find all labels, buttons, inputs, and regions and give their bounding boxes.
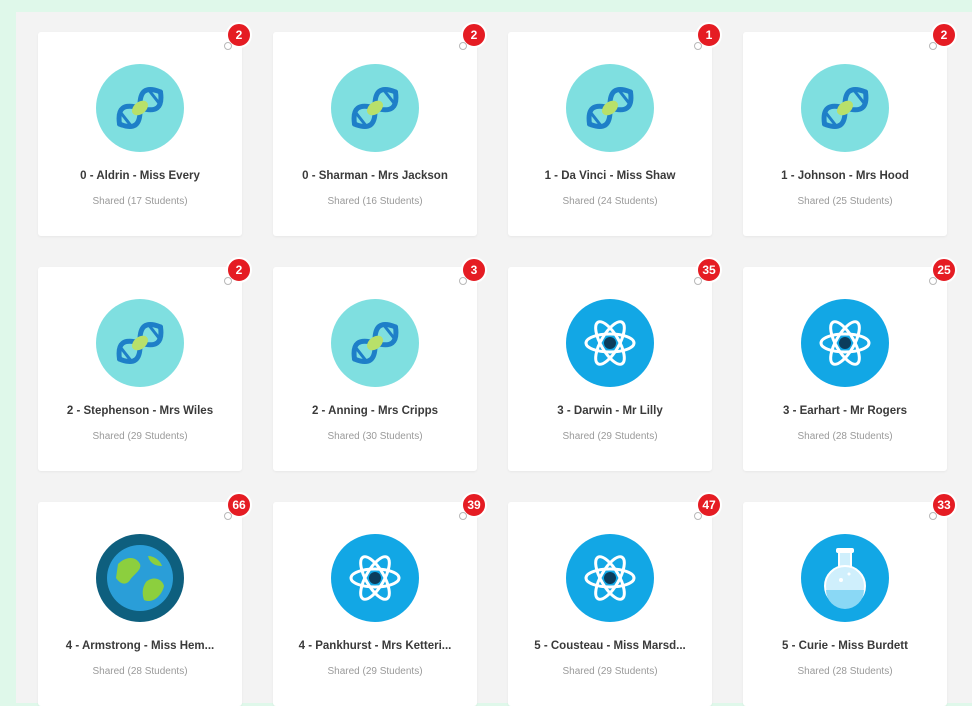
options-radio-icon[interactable] <box>224 42 232 50</box>
options-radio-icon[interactable] <box>459 277 467 285</box>
options-radio-icon[interactable] <box>929 42 937 50</box>
class-card-2[interactable]: 1 1 - Da Vinci - Miss Shaw Shared (24 St… <box>508 22 722 236</box>
class-icon <box>566 299 654 387</box>
atom-icon <box>349 555 401 601</box>
class-icon <box>566 534 654 622</box>
options-radio-icon[interactable] <box>459 42 467 50</box>
class-title: 4 - Pankhurst - Mrs Ketteri... <box>298 640 452 652</box>
class-card-0[interactable]: 2 0 - Aldrin - Miss Every Shared (17 Stu… <box>38 22 252 236</box>
class-icon <box>801 534 889 622</box>
class-card-3[interactable]: 2 1 - Johnson - Mrs Hood Shared (25 Stud… <box>743 22 957 236</box>
class-card-10[interactable]: 47 5 - Cousteau - Miss Marsd... Shared (… <box>508 492 722 706</box>
options-radio-icon[interactable] <box>459 512 467 520</box>
atom-icon <box>584 555 636 601</box>
flask-icon <box>824 548 866 609</box>
class-card-7[interactable]: 25 3 - Earhart - Mr Rogers Shared (28 St… <box>743 257 957 471</box>
class-shared-count: Shared (17 Students) <box>92 196 188 207</box>
class-shared-count: Shared (29 Students) <box>92 431 188 442</box>
class-shared-count: Shared (28 Students) <box>92 666 188 677</box>
class-grid: 2 0 - Aldrin - Miss Every Shared (17 Stu… <box>38 22 957 706</box>
class-icon <box>331 64 419 152</box>
class-card-4[interactable]: 2 2 - Stephenson - Mrs Wiles Shared (29 … <box>38 257 252 471</box>
class-icon <box>801 299 889 387</box>
class-title: 3 - Earhart - Mr Rogers <box>783 405 907 417</box>
options-radio-icon[interactable] <box>224 277 232 285</box>
class-shared-count: Shared (29 Students) <box>562 666 658 677</box>
options-radio-icon[interactable] <box>929 277 937 285</box>
dna-icon <box>821 87 869 129</box>
class-shared-count: Shared (28 Students) <box>797 431 893 442</box>
class-title: 4 - Armstrong - Miss Hem... <box>65 640 215 652</box>
class-title: 1 - Da Vinci - Miss Shaw <box>544 170 676 182</box>
class-title: 1 - Johnson - Mrs Hood <box>781 170 909 182</box>
class-shared-count: Shared (29 Students) <box>562 431 658 442</box>
class-title: 0 - Aldrin - Miss Every <box>80 170 200 182</box>
class-shared-count: Shared (24 Students) <box>562 196 658 207</box>
dna-icon <box>116 322 164 364</box>
atom-icon <box>584 320 636 366</box>
class-icon <box>96 299 184 387</box>
atom-icon <box>819 320 871 366</box>
class-card-5[interactable]: 3 2 - Anning - Mrs Cripps Shared (30 Stu… <box>273 257 487 471</box>
class-shared-count: Shared (29 Students) <box>327 666 423 677</box>
class-title: 5 - Curie - Miss Burdett <box>782 640 908 652</box>
class-card-9[interactable]: 39 4 - Pankhurst - Mrs Ketteri... Shared… <box>273 492 487 706</box>
class-grid-panel: 2 0 - Aldrin - Miss Every Shared (17 Stu… <box>16 12 972 706</box>
options-radio-icon[interactable] <box>694 42 702 50</box>
options-radio-icon[interactable] <box>694 277 702 285</box>
class-icon <box>96 64 184 152</box>
class-icon <box>331 299 419 387</box>
class-icon <box>96 534 184 622</box>
options-radio-icon[interactable] <box>929 512 937 520</box>
class-shared-count: Shared (30 Students) <box>327 431 423 442</box>
class-shared-count: Shared (28 Students) <box>797 666 893 677</box>
class-card-6[interactable]: 35 3 - Darwin - Mr Lilly Shared (29 Stud… <box>508 257 722 471</box>
class-title: 2 - Stephenson - Mrs Wiles <box>66 405 214 417</box>
class-title: 5 - Cousteau - Miss Marsd... <box>534 640 686 652</box>
dna-icon <box>351 322 399 364</box>
options-radio-icon[interactable] <box>694 512 702 520</box>
class-card-8[interactable]: 66 4 - Armstrong - Miss Hem... Shared (2… <box>38 492 252 706</box>
class-shared-count: Shared (25 Students) <box>797 196 893 207</box>
class-card-1[interactable]: 2 0 - Sharman - Mrs Jackson Shared (16 S… <box>273 22 487 236</box>
class-icon <box>331 534 419 622</box>
class-title: 2 - Anning - Mrs Cripps <box>311 405 439 417</box>
class-title: 3 - Darwin - Mr Lilly <box>557 405 663 417</box>
dna-icon <box>586 87 634 129</box>
class-icon <box>566 64 654 152</box>
class-shared-count: Shared (16 Students) <box>327 196 423 207</box>
class-card-11[interactable]: 33 5 - Curie - Miss Burdett Shared (28 S… <box>743 492 957 706</box>
earth-icon <box>107 545 173 611</box>
class-title: 0 - Sharman - Mrs Jackson <box>302 170 448 182</box>
dna-icon <box>116 87 164 129</box>
class-icon <box>801 64 889 152</box>
dna-icon <box>351 87 399 129</box>
options-radio-icon[interactable] <box>224 512 232 520</box>
